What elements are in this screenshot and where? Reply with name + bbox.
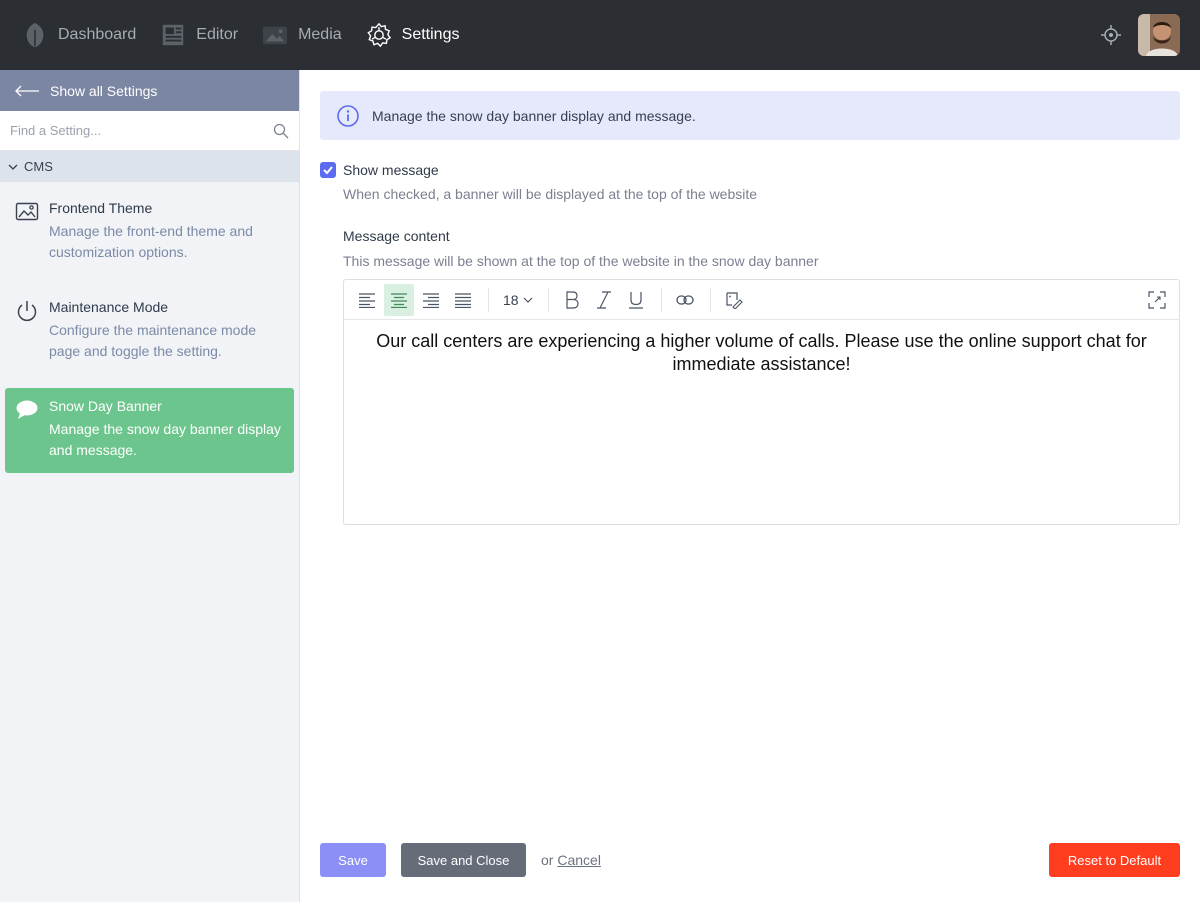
clear-format-button[interactable] xyxy=(719,284,749,316)
sidebar-item-frontend-theme[interactable]: Frontend Theme Manage the front-end them… xyxy=(5,190,294,275)
fullscreen-icon xyxy=(1148,291,1166,309)
editor-content[interactable]: Our call centers are experiencing a high… xyxy=(344,320,1179,386)
sidebar-item-description: Manage the front-end theme and customiza… xyxy=(49,223,253,260)
search-icon[interactable] xyxy=(273,123,289,139)
info-icon xyxy=(337,104,359,127)
settings-sidebar: Show all Settings CMS Frontend Theme Man… xyxy=(0,70,300,902)
arrow-left-icon xyxy=(15,85,39,96)
message-content-help: This message will be shown at the top of… xyxy=(343,253,819,269)
show-message-row: Show message xyxy=(320,162,1180,178)
nav-dashboard-label: Dashboard xyxy=(58,26,137,43)
group-cms-label: CMS xyxy=(24,159,53,174)
show-message-label[interactable]: Show message xyxy=(343,162,439,178)
rich-text-editor: 18 Our call centers are experiencing a h… xyxy=(343,279,1180,525)
sidebar-item-title: Snow Day Banner xyxy=(49,398,162,414)
info-text: Manage the snow day banner display and m… xyxy=(372,107,696,124)
show-message-checkbox[interactable] xyxy=(320,162,336,178)
align-justify-icon xyxy=(455,292,471,308)
underline-button[interactable] xyxy=(621,284,651,316)
clear-format-icon xyxy=(725,291,743,309)
power-icon xyxy=(15,299,39,323)
settings-main-panel: Manage the snow day banner display and m… xyxy=(320,70,1180,902)
form-actions: Save Save and Close or Cancel Reset to D… xyxy=(320,843,1180,877)
link-icon xyxy=(675,294,694,305)
align-center-icon xyxy=(391,292,407,308)
reset-to-default-button[interactable]: Reset to Default xyxy=(1049,843,1180,877)
chat-bubble-icon xyxy=(15,398,39,422)
toolbar-divider xyxy=(709,287,711,312)
align-center-button[interactable] xyxy=(384,283,414,316)
font-size-value: 18 xyxy=(503,291,519,308)
italic-button[interactable] xyxy=(589,284,619,316)
leaf-icon xyxy=(22,22,48,48)
topbar-right xyxy=(1100,14,1180,56)
chevron-down-icon xyxy=(523,297,533,303)
show-message-help: When checked, a banner will be displayed… xyxy=(343,186,758,202)
nav-dashboard[interactable]: Dashboard xyxy=(22,0,136,70)
gear-icon xyxy=(366,22,392,48)
toolbar-divider xyxy=(547,287,549,312)
message-content-label: Message content xyxy=(343,228,450,244)
align-left-button[interactable] xyxy=(352,284,382,316)
setting-search-input[interactable] xyxy=(10,123,273,138)
toolbar-divider xyxy=(660,287,662,312)
editor-toolbar: 18 xyxy=(344,280,1179,320)
save-button[interactable]: Save xyxy=(320,843,386,877)
align-left-icon xyxy=(359,292,375,308)
sidebar-item-snow-day-banner[interactable]: Snow Day Banner Manage the snow day bann… xyxy=(5,388,294,473)
toolbar-divider xyxy=(488,287,489,312)
sidebar-item-title: Frontend Theme xyxy=(49,200,153,216)
nav-media[interactable]: Media xyxy=(262,0,342,70)
bold-icon xyxy=(565,290,579,309)
save-and-close-button[interactable]: Save and Close xyxy=(401,843,526,877)
sidebar-item-description: Manage the snow day banner display and m… xyxy=(49,421,281,458)
picture-icon xyxy=(15,200,39,224)
font-size-select[interactable]: 18 xyxy=(497,284,540,316)
info-banner: Manage the snow day banner display and m… xyxy=(320,91,1180,140)
locate-icon[interactable] xyxy=(1100,24,1122,46)
nav-media-label: Media xyxy=(298,26,342,43)
italic-icon xyxy=(596,290,611,309)
nav-editor[interactable]: Editor xyxy=(160,0,238,70)
align-right-button[interactable] xyxy=(416,284,446,316)
top-navigation-bar: Dashboard Editor Media Settings xyxy=(0,0,1200,70)
chevron-down-icon xyxy=(8,164,18,170)
newspaper-icon xyxy=(160,22,186,48)
align-justify-button[interactable] xyxy=(448,284,478,316)
or-text: or xyxy=(541,852,554,868)
show-all-settings-link[interactable]: Show all Settings xyxy=(0,70,299,111)
check-icon xyxy=(323,166,333,175)
user-avatar[interactable] xyxy=(1138,14,1180,56)
nav-editor-label: Editor xyxy=(196,26,239,43)
bold-button[interactable] xyxy=(557,284,587,316)
group-cms[interactable]: CMS xyxy=(0,151,299,182)
link-button[interactable] xyxy=(670,284,700,316)
sidebar-item-title: Maintenance Mode xyxy=(49,299,169,315)
show-all-settings-label: Show all Settings xyxy=(50,82,158,99)
sidebar-item-description: Configure the maintenance mode page and … xyxy=(49,322,257,359)
cancel-group: or Cancel xyxy=(541,852,601,868)
align-right-icon xyxy=(423,292,439,308)
cancel-link[interactable]: Cancel xyxy=(557,852,601,868)
nav-settings-label: Settings xyxy=(401,26,460,43)
underline-icon xyxy=(628,291,643,309)
setting-search xyxy=(0,111,299,151)
fullscreen-button[interactable] xyxy=(1145,288,1169,312)
sidebar-item-maintenance-mode[interactable]: Maintenance Mode Configure the maintenan… xyxy=(5,289,294,374)
image-icon xyxy=(262,22,288,48)
nav-settings[interactable]: Settings xyxy=(366,0,460,70)
